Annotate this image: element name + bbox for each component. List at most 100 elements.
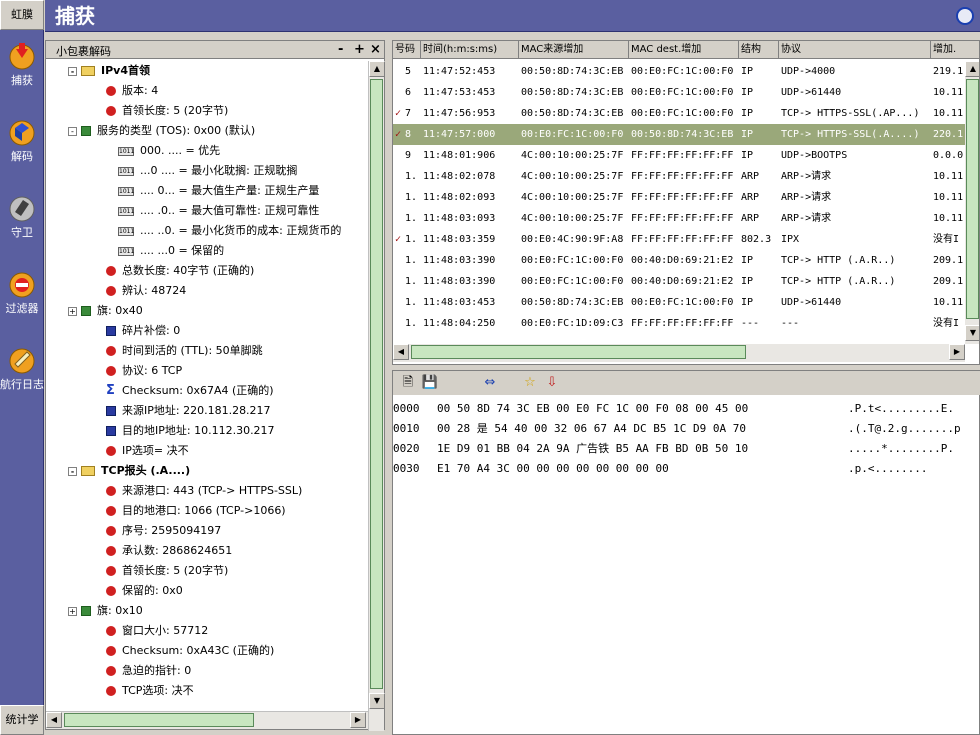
nav-guard[interactable]: 守卫 [0,186,44,256]
tree-node[interactable]: 1011 .... ...0 = 保留的 [118,241,224,261]
tree-node[interactable]: - TCP报头 (.A....) [68,461,190,481]
tree-node[interactable]: 来源港口: 443 (TCP-> HTTPS-SSL) [106,481,302,501]
packet-row[interactable]: ✓ 7 11:47:56:953 00:50:8D:74:3C:EB 00:E0:FC:… [393,103,965,124]
tree-node[interactable]: 目的地港口: 1066 (TCP->1066) [106,501,286,521]
split-icon[interactable]: ⇩ [543,374,561,392]
tree-node[interactable]: 辨认: 48724 [106,281,186,301]
packet-row[interactable]: 6 11:47:53:453 00:50:8D:74:3C:EB 00:E0:FC:1… [393,82,965,103]
packet-row[interactable]: 1. 11:48:03:453 00:50:8D:74:3C:EB 00:E0:FC:… [393,292,965,313]
tree-node[interactable]: 1011 .... ..0. = 最小化货币的成本: 正规货币的 [118,221,341,241]
col-protocol[interactable]: 协议 [779,41,931,59]
tree-node[interactable]: Σ Checksum: 0x67A4 (正确的) [106,381,274,401]
tree-node-label: 序号: 2595094197 [122,524,222,537]
tree-node[interactable]: 协议: 6 TCP [106,361,182,381]
packet-cell-time: 11:48:03:390 [423,276,496,287]
nav-log[interactable]: 航行日志 [0,338,44,408]
tree-node[interactable]: 急迫的指针: 0 [106,661,191,681]
nav-decode[interactable]: 解码 [0,110,44,180]
scroll-up-icon[interactable]: ▲ [369,61,385,77]
scroll-thumb[interactable] [411,345,746,359]
tree-node[interactable]: 1011 .... .0.. = 最大值可靠性: 正规可靠性 [118,201,319,221]
packet-row[interactable]: 5 11:47:52:453 00:50:8D:74:3C:EB 00:E0:FC:1… [393,61,965,82]
packet-cell-time: 11:47:52:453 [423,66,496,77]
dot-icon [106,566,116,576]
collapse-icon[interactable]: - [68,66,77,76]
expand-icon[interactable]: + [68,606,77,616]
width-icon[interactable]: ⇔ [481,374,499,392]
expand-icon[interactable]: + [68,306,77,316]
packet-cell-dst: 00:E0:FC:1C:00:F0 [631,297,734,308]
sidebar-header[interactable]: 虹膜 [0,0,44,30]
tree-node[interactable]: 窗口大小: 57712 [106,621,208,641]
decode-vertical-scrollbar[interactable]: ▲ ▼ [368,61,385,731]
statistics-button[interactable]: 统计学 [0,705,44,735]
packet-cell-no: 1. [405,318,418,329]
scroll-up-icon[interactable]: ▲ [965,61,979,77]
packet-cell-src: 4C:00:10:00:25:7F [521,171,624,182]
tree-node[interactable]: 1011 ...0 .... = 最小化耽搁: 正规耽搁 [118,161,297,181]
tree-node[interactable]: 1011 .... 0... = 最大值生产量: 正规生产量 [118,181,319,201]
nav-capture[interactable]: 捕获 [0,34,44,104]
scroll-left-icon[interactable]: ◀ [393,344,409,360]
packet-row[interactable]: 1. 11:48:03:390 00:E0:FC:1C:00:F0 00:40:D0:… [393,271,965,292]
col-number[interactable]: 号码 [393,41,421,59]
col-time[interactable]: 时间(h:m:s:ms) [421,41,519,59]
close-button[interactable]: × [370,42,381,57]
settings-icon[interactable] [956,7,974,25]
packet-row[interactable]: 9 11:48:01:906 4C:00:10:00:25:7F FF:FF:FF:F… [393,145,965,166]
packet-horizontal-scrollbar[interactable]: ◀ ▶ [393,344,965,362]
packet-row[interactable]: 1. 11:48:02:093 4C:00:10:00:25:7F FF:FF:FF:… [393,187,965,208]
collapse-icon[interactable]: - [68,466,77,476]
expand-button[interactable]: + [354,42,365,57]
scroll-right-icon[interactable]: ▶ [949,344,965,360]
packet-row[interactable]: ✓ 8 11:47:57:000 00:E0:FC:1C:00:F0 00:50:8D:… [393,124,965,145]
tree-node[interactable]: Checksum: 0xA43C (正确的) [106,641,274,661]
col-mac-src[interactable]: MAC来源增加 [519,41,629,59]
scroll-thumb[interactable] [966,79,979,319]
scroll-left-icon[interactable]: ◀ [46,712,62,728]
packet-vertical-scrollbar[interactable]: ▲ ▼ [965,61,979,344]
scroll-thumb[interactable] [64,713,254,727]
collapse-button[interactable]: - [338,42,343,57]
tree-node[interactable]: + 旗: 0x10 [68,601,143,621]
tree-node[interactable]: IP选项= 决不 [106,441,189,461]
tree-node[interactable]: 目的地IP地址: 10.112.30.217 [106,421,275,441]
packet-cell-src: 00:E0:FC:1C:00:F0 [521,255,624,266]
scroll-right-icon[interactable]: ▶ [350,712,366,728]
tree-node[interactable]: 碎片补偿: 0 [106,321,180,341]
collapse-icon[interactable]: - [68,126,77,136]
tree-node[interactable]: 保留的: 0x0 [106,581,183,601]
dot-icon [106,506,116,516]
tree-node[interactable]: 首领长度: 5 (20字节) [106,561,228,581]
bookmark-icon[interactable]: ☆ [521,374,539,392]
tree-node[interactable]: - 服务的类型 (TOS): 0x00 (默认) [68,121,255,141]
packet-row[interactable]: 1. 11:48:03:390 00:E0:FC:1C:00:F0 00:40:D0:… [393,250,965,271]
tree-node-label: 总数长度: 40字节 (正确的) [122,264,255,277]
packet-cell-dst: FF:FF:FF:FF:FF:FF [631,213,734,224]
tree-node[interactable]: 1011 000. .... = 优先 [118,141,220,161]
decode-horizontal-scrollbar[interactable]: ◀ ▶ [46,711,368,729]
save-icon[interactable]: 💾 [421,374,439,392]
tree-node[interactable]: 承认数: 2868624651 [106,541,232,561]
tree-node[interactable]: 时间到活的 (TTL): 50单脚跳 [106,341,263,361]
tree-node[interactable]: 总数长度: 40字节 (正确的) [106,261,254,281]
scroll-down-icon[interactable]: ▼ [369,693,385,709]
tree-node[interactable]: 首领长度: 5 (20字节) [106,101,228,121]
scroll-thumb[interactable] [370,79,383,689]
col-frame[interactable]: 结构 [739,41,779,59]
export-icon[interactable]: 🗎 [399,374,417,392]
scroll-down-icon[interactable]: ▼ [965,325,979,341]
tree-node[interactable]: 来源IP地址: 220.181.28.217 [106,401,271,421]
packet-row[interactable]: 1. 11:48:04:250 00:E0:FC:1D:09:C3 FF:FF:FF:… [393,313,965,334]
tree-node[interactable]: 版本: 4 [106,81,158,101]
col-mac-dst[interactable]: MAC dest.增加 [629,41,739,59]
packet-row[interactable]: ✓ 1. 11:48:03:359 00:E0:4C:90:9F:A8 FF:FF:FF… [393,229,965,250]
tree-node[interactable]: - IPv4首领 [68,61,150,81]
col-address[interactable]: 增加. [931,41,979,59]
tree-node[interactable]: 序号: 2595094197 [106,521,221,541]
nav-filter[interactable]: 过滤器 [0,262,44,332]
packet-row[interactable]: 1. 11:48:02:078 4C:00:10:00:25:7F FF:FF:FF:… [393,166,965,187]
tree-node[interactable]: TCP选项: 决不 [106,681,194,701]
tree-node[interactable]: + 旗: 0x40 [68,301,143,321]
packet-row[interactable]: 1. 11:48:03:093 4C:00:10:00:25:7F FF:FF:FF:… [393,208,965,229]
